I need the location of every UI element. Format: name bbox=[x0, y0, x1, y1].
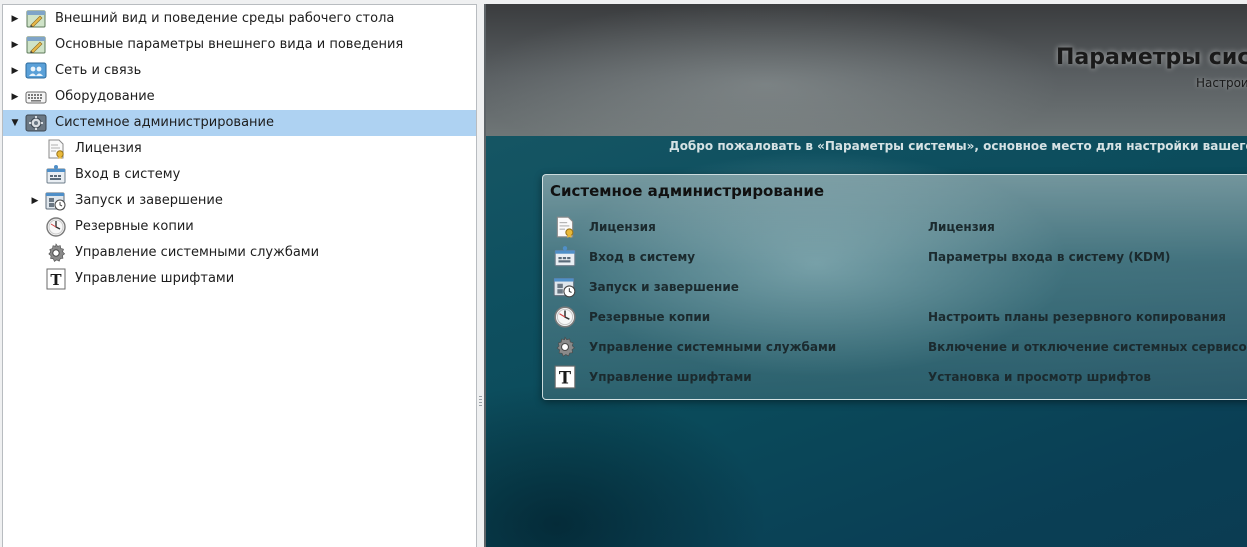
tree-child-license[interactable]: Лицензия bbox=[3, 136, 476, 162]
expand-arrow-icon[interactable]: ▶ bbox=[9, 39, 21, 51]
tree-child-startup[interactable]: ▶ Запуск и завершение bbox=[3, 188, 476, 214]
system-admin-icon bbox=[25, 112, 47, 134]
expand-arrow-icon[interactable]: ▶ bbox=[9, 13, 21, 25]
startup-icon bbox=[553, 275, 577, 299]
tree-item-label: Резервные копии bbox=[75, 219, 194, 234]
page-title: Параметры сист bbox=[1056, 45, 1247, 70]
module-name: Управление системными службами bbox=[589, 340, 837, 354]
login-icon bbox=[45, 164, 67, 186]
tree-item-label: Лицензия bbox=[75, 141, 142, 156]
splitter-grip-icon[interactable] bbox=[479, 396, 482, 408]
module-name: Резервные копии bbox=[589, 310, 711, 324]
module-description: Установка и просмотр шрифтов bbox=[928, 370, 1152, 384]
expand-arrow-icon[interactable]: ▶ bbox=[9, 91, 21, 103]
tree-item-label: Управление шрифтами bbox=[75, 271, 235, 286]
tree-item-label: Запуск и завершение bbox=[75, 193, 223, 208]
module-startup[interactable]: Запуск и завершение bbox=[551, 273, 1247, 301]
services-gear-icon bbox=[45, 242, 67, 264]
module-name: Вход в систему bbox=[589, 250, 696, 264]
category-title: Системное администрирование bbox=[550, 182, 825, 200]
module-login[interactable]: Вход в систему Параметры входа в систему… bbox=[551, 243, 1247, 271]
services-gear-icon bbox=[553, 335, 577, 359]
welcome-text: Добро пожаловать в «Параметры системы», … bbox=[669, 139, 1247, 153]
license-icon bbox=[45, 138, 67, 160]
backup-clock-icon bbox=[45, 216, 67, 238]
module-description: Лицензия bbox=[928, 220, 995, 234]
tree-item-label: Внешний вид и поведение среды рабочего с… bbox=[55, 11, 395, 26]
appearance-icon bbox=[25, 8, 47, 30]
tree-item-network[interactable]: ▶ Сеть и связь bbox=[3, 58, 476, 84]
tree-item-label: Сеть и связь bbox=[55, 63, 142, 78]
tree-item-label: Системное администрирование bbox=[55, 115, 274, 130]
collapse-arrow-icon[interactable]: ▼ bbox=[9, 117, 21, 129]
expand-arrow-icon[interactable]: ▶ bbox=[9, 65, 21, 77]
content-header: Параметры сист Настрои bbox=[486, 4, 1247, 136]
tree-item-appearance[interactable]: ▶ Внешний вид и поведение среды рабочего… bbox=[3, 6, 476, 32]
module-name: Управление шрифтами bbox=[589, 370, 752, 384]
content-area: Параметры сист Настрои Добро пожаловать … bbox=[484, 4, 1247, 547]
login-icon bbox=[553, 245, 577, 269]
tree-child-services[interactable]: Управление системными службами bbox=[3, 240, 476, 266]
module-name: Запуск и завершение bbox=[589, 280, 739, 294]
module-services[interactable]: Управление системными службами Включение… bbox=[551, 333, 1247, 361]
tree-child-login[interactable]: Вход в систему bbox=[3, 162, 476, 188]
module-description: Параметры входа в систему (KDM) bbox=[928, 250, 1171, 264]
network-icon bbox=[25, 60, 47, 82]
tree-item-system-admin[interactable]: ▼ Системное администрирование bbox=[3, 110, 476, 136]
font-icon bbox=[45, 268, 67, 290]
panel-splitter[interactable] bbox=[477, 4, 484, 547]
module-description: Настроить планы резервного копирования bbox=[928, 310, 1226, 324]
module-name: Лицензия bbox=[589, 220, 656, 234]
tree-item-hardware[interactable]: ▶ Оборудование bbox=[3, 84, 476, 110]
category-panel: Системное администрирование Лицензия Лиц… bbox=[542, 174, 1247, 400]
module-backup[interactable]: Резервные копии Настроить планы резервно… bbox=[551, 303, 1247, 331]
tree-item-basic-appearance[interactable]: ▶ Основные параметры внешнего вида и пов… bbox=[3, 32, 476, 58]
tree-item-label: Вход в систему bbox=[75, 167, 181, 182]
page-subtitle: Настрои bbox=[1196, 76, 1247, 90]
module-license[interactable]: Лицензия Лицензия bbox=[551, 213, 1247, 241]
backup-clock-icon bbox=[553, 305, 577, 329]
font-icon bbox=[553, 365, 577, 389]
tree-child-fonts[interactable]: Управление шрифтами bbox=[3, 266, 476, 292]
appearance-icon bbox=[25, 34, 47, 56]
expand-arrow-icon[interactable]: ▶ bbox=[29, 195, 41, 207]
module-fonts[interactable]: Управление шрифтами Установка и просмотр… bbox=[551, 363, 1247, 391]
tree-item-label: Основные параметры внешнего вида и повед… bbox=[55, 37, 404, 52]
tree-item-label: Оборудование bbox=[55, 89, 155, 104]
module-description: Включение и отключение системных сервисо… bbox=[928, 340, 1247, 354]
tree-child-backup[interactable]: Резервные копии bbox=[3, 214, 476, 240]
settings-tree[interactable]: ▶ Внешний вид и поведение среды рабочего… bbox=[2, 4, 477, 547]
tree-item-label: Управление системными службами bbox=[75, 245, 320, 260]
license-icon bbox=[553, 215, 577, 239]
keyboard-icon bbox=[25, 86, 47, 108]
startup-icon bbox=[45, 190, 67, 212]
